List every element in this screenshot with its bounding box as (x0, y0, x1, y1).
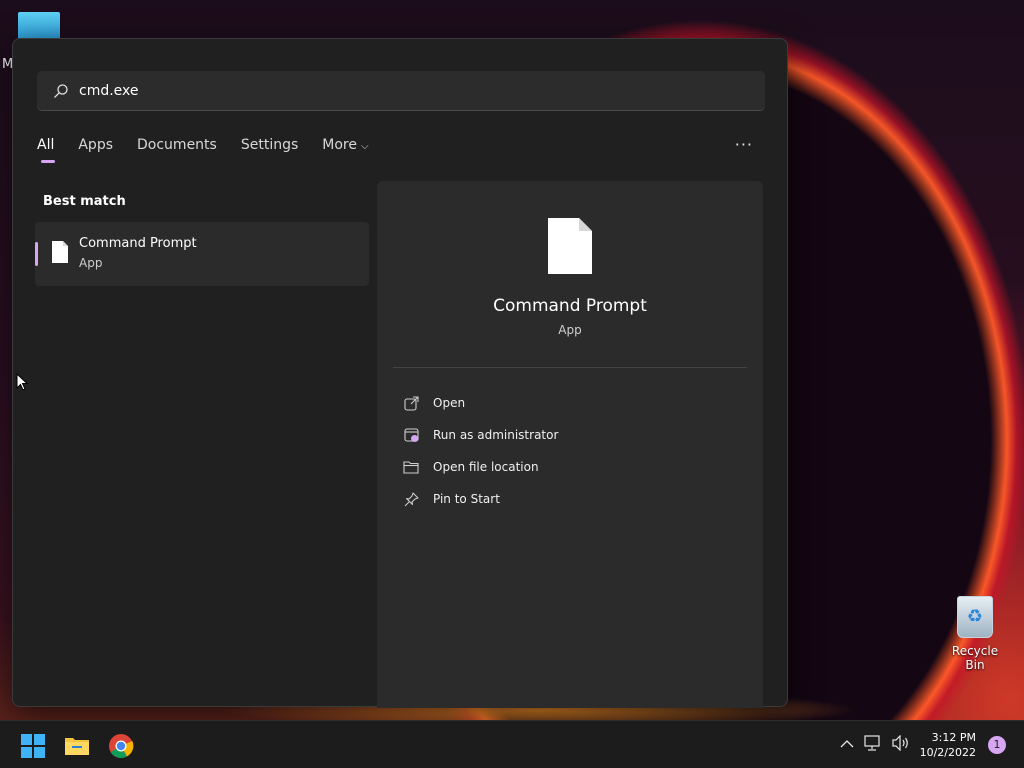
filter-tabs: All Apps Documents Settings More ⌵ (37, 137, 393, 163)
app-large-icon (547, 217, 593, 279)
best-match-result[interactable]: Command Prompt App (35, 222, 369, 286)
clock[interactable]: 3:12 PM 10/2/2022 (920, 730, 976, 760)
tab-more[interactable]: More ⌵ (322, 137, 368, 161)
open-file-location-label: Open file location (433, 460, 539, 474)
volume-icon[interactable] (891, 734, 910, 755)
clock-date: 10/2/2022 (919, 746, 976, 759)
tab-more-label: More (322, 137, 357, 153)
pin-to-start-label: Pin to Start (433, 492, 500, 506)
more-options-button[interactable]: ··· (735, 135, 753, 154)
chevron-up-icon[interactable] (840, 738, 854, 753)
tab-documents[interactable]: Documents (137, 137, 217, 161)
system-tray: 3:12 PM 10/2/2022 1 (840, 721, 1024, 768)
open-action-label: Open (433, 396, 466, 410)
best-match-heading: Best match (43, 194, 126, 209)
result-title: Command Prompt (79, 236, 197, 251)
taskbar: 3:12 PM 10/2/2022 1 (0, 720, 1024, 768)
mouse-cursor-icon (16, 372, 29, 395)
recycle-bin[interactable]: ♻ Recycle Bin (942, 596, 1008, 672)
open-action[interactable]: Open (403, 387, 558, 419)
detail-subtitle: App (558, 323, 582, 337)
chrome-icon[interactable] (108, 733, 134, 759)
open-external-icon (403, 395, 419, 411)
search-input[interactable] (79, 82, 679, 99)
detail-title: Command Prompt (493, 296, 647, 316)
tab-apps[interactable]: Apps (78, 137, 113, 161)
file-icon (51, 240, 69, 268)
file-explorer-icon[interactable] (64, 733, 90, 759)
start-icon[interactable] (20, 733, 46, 759)
search-icon (53, 83, 69, 99)
chevron-down-icon: ⌵ (360, 141, 369, 152)
search-box[interactable] (37, 71, 765, 111)
divider (393, 367, 747, 368)
folder-icon (403, 459, 419, 475)
tab-all[interactable]: All (37, 137, 56, 163)
detail-panel: Command Prompt App Open Run as administr… (377, 181, 763, 708)
pin-icon (403, 491, 419, 507)
desktop-shortcut-icon[interactable] (18, 12, 60, 40)
search-flyout: All Apps Documents Settings More⌵ ··· Be… (12, 38, 788, 708)
result-subtitle: App (79, 256, 103, 270)
selection-indicator (35, 242, 38, 266)
pin-to-start-action[interactable]: Pin to Start (403, 483, 558, 515)
notification-badge[interactable]: 1 (988, 736, 1006, 754)
run-as-administrator-label: Run as administrator (433, 428, 559, 442)
tab-settings[interactable]: Settings (241, 137, 298, 161)
recycle-bin-label: Recycle Bin (951, 644, 999, 672)
run-as-admin-icon (403, 427, 419, 443)
action-list: Open Run as administrator Open file loca… (403, 387, 558, 515)
run-as-administrator-action[interactable]: Run as administrator (403, 419, 558, 451)
recycle-bin-icon: ♻ (957, 596, 993, 638)
open-file-location-action[interactable]: Open file location (403, 451, 558, 483)
network-icon[interactable] (863, 735, 882, 755)
clock-time: 3:12 PM (931, 731, 976, 744)
